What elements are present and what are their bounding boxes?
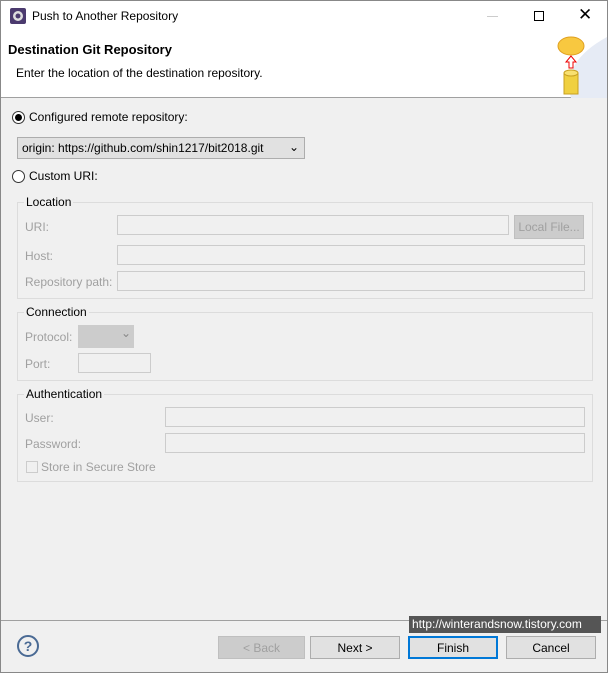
- uri-label: URI:: [25, 220, 49, 234]
- back-button[interactable]: < Back: [218, 636, 305, 659]
- user-label: User:: [25, 411, 54, 425]
- repo-path-input[interactable]: [117, 271, 585, 291]
- host-label: Host:: [25, 249, 54, 263]
- minimize-button[interactable]: [487, 16, 498, 17]
- eclipse-icon: [10, 8, 26, 24]
- finish-button[interactable]: Finish: [408, 636, 498, 659]
- password-label: Password:: [25, 437, 82, 451]
- host-input[interactable]: [117, 245, 585, 265]
- remote-select-value: origin: https://github.com/shin1217/bit2…: [22, 141, 264, 155]
- local-file-button[interactable]: Local File...: [514, 215, 584, 239]
- password-input[interactable]: [165, 433, 585, 453]
- remote-select[interactable]: origin: https://github.com/shin1217/bit2…: [17, 137, 305, 159]
- custom-uri-label: Custom URI:: [29, 169, 98, 183]
- custom-uri-radio[interactable]: [12, 170, 25, 183]
- store-secure-checkbox[interactable]: [26, 461, 38, 473]
- cancel-button[interactable]: Cancel: [506, 636, 596, 659]
- tooltip: http://winterandsnow.tistory.com: [409, 616, 601, 633]
- uri-input[interactable]: [117, 215, 509, 235]
- port-input[interactable]: [78, 353, 151, 373]
- protocol-label: Protocol:: [25, 330, 73, 344]
- next-button[interactable]: Next >: [310, 636, 400, 659]
- port-label: Port:: [25, 357, 51, 371]
- location-title: Location: [24, 195, 74, 209]
- configured-remote-label: Configured remote repository:: [29, 110, 188, 124]
- connection-title: Connection: [24, 305, 89, 319]
- push-repository-icon: [557, 36, 607, 98]
- page-title: Destination Git Repository: [8, 42, 172, 57]
- protocol-select[interactable]: ⌄: [78, 325, 134, 348]
- window-title: Push to Another Repository: [32, 9, 179, 23]
- help-icon[interactable]: ?: [17, 635, 39, 657]
- page-description: Enter the location of the destination re…: [16, 66, 263, 80]
- store-secure-label: Store in Secure Store: [41, 460, 156, 474]
- repo-path-label: Repository path:: [25, 275, 113, 289]
- maximize-button[interactable]: [534, 11, 544, 21]
- user-input[interactable]: [165, 407, 585, 427]
- wizard-header: Destination Git Repository Enter the loc…: [1, 32, 607, 98]
- authentication-title: Authentication: [24, 387, 105, 401]
- close-button[interactable]: ✕: [578, 5, 592, 25]
- title-bar: Push to Another Repository ✕: [1, 1, 607, 32]
- configured-remote-radio[interactable]: [12, 111, 25, 124]
- chevron-down-icon: ⌄: [288, 140, 299, 154]
